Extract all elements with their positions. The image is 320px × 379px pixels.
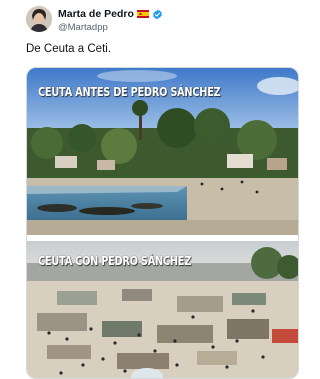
spain-flag-icon <box>136 10 149 18</box>
author-handle[interactable]: @Martadpp <box>58 22 108 33</box>
author-avatar[interactable] <box>26 6 52 32</box>
tweet-text: De Ceuta a Ceti. <box>26 43 112 55</box>
photo-caption-before: CEUTA ANTES DE PEDRO SÁNCHEZ <box>38 84 221 99</box>
tweet: Marta de Pedro @Martadpp De Ceuta a Ceti… <box>0 0 313 379</box>
beach-photo-after[interactable]: CEUTA CON PEDRO SÁNCHEZ <box>27 241 298 378</box>
tweet-media[interactable]: CEUTA ANTES DE PEDRO SÁNCHEZ CEUTA CON P… <box>26 67 299 379</box>
beach-photo-before[interactable]: CEUTA ANTES DE PEDRO SÁNCHEZ <box>27 68 298 235</box>
photo-caption-after: CEUTA CON PEDRO SÁNCHEZ <box>38 253 192 268</box>
author-name-row[interactable]: Marta de Pedro <box>58 7 163 21</box>
author-display-name[interactable]: Marta de Pedro <box>58 8 134 20</box>
verified-badge-icon <box>152 9 163 20</box>
